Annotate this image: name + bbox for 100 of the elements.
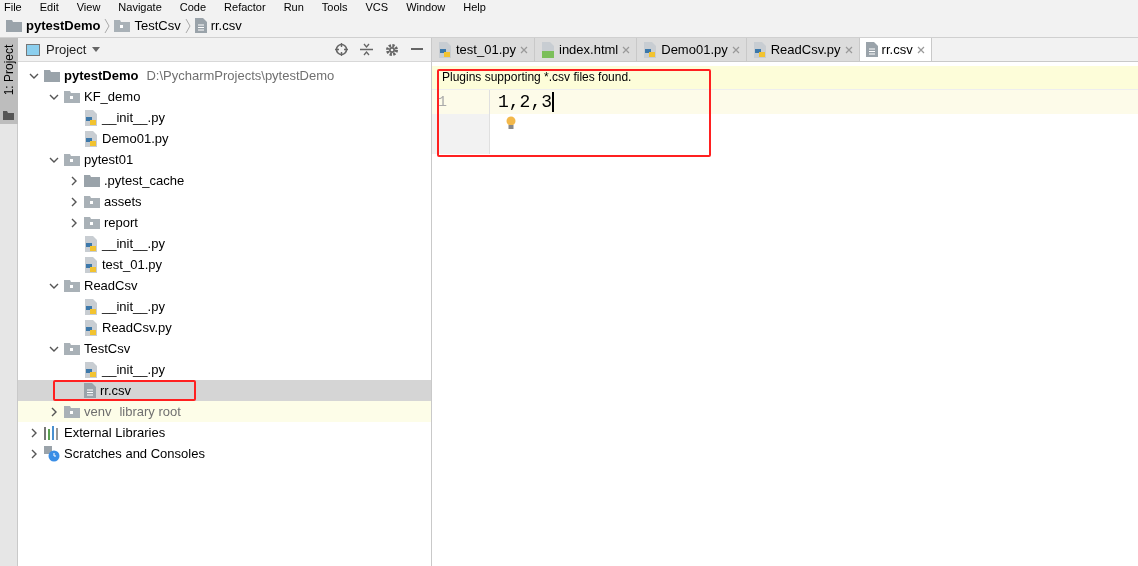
python-file-icon <box>84 256 98 273</box>
tree-item[interactable]: test_01.py <box>18 254 431 275</box>
tree-item[interactable]: TestCsv <box>18 338 431 359</box>
view-selector[interactable]: Project <box>46 42 101 57</box>
item-label: Demo01.py <box>102 131 169 146</box>
notification-banner: Plugins supporting *.csv files found. <box>432 66 1138 90</box>
tree-item[interactable]: pytest01 <box>18 149 431 170</box>
python-file-icon <box>84 319 98 336</box>
editor-tab[interactable]: index.html <box>535 38 638 61</box>
menu-item[interactable]: View <box>76 0 101 14</box>
package-icon <box>64 153 80 166</box>
breadcrumb[interactable]: TestCsv <box>134 18 181 33</box>
package-icon <box>64 90 80 103</box>
tree-item[interactable]: pytestDemo D:\PycharmProjects\pytestDemo <box>18 65 431 86</box>
tree-item[interactable]: __init__.py <box>18 107 431 128</box>
html-file-icon <box>541 41 555 58</box>
package-icon <box>64 279 80 292</box>
collapse-icon[interactable] <box>360 43 373 56</box>
project-tool-button[interactable]: 1: Project <box>0 38 18 124</box>
editor-tab[interactable]: ReadCsv.py <box>746 38 860 61</box>
python-file-icon <box>84 235 98 252</box>
item-label: test_01.py <box>102 257 162 272</box>
item-label: __init__.py <box>102 236 165 251</box>
item-label: report <box>104 215 138 230</box>
close-icon[interactable] <box>916 45 925 54</box>
breadcrumb[interactable]: rr.csv <box>210 18 242 33</box>
item-label: __init__.py <box>102 110 165 125</box>
code-line: 1,2,3 <box>490 92 554 112</box>
tree-item[interactable]: ReadCsv <box>18 275 431 296</box>
dropdown-caret-icon <box>92 47 101 52</box>
editor-tab[interactable]: Demo01.py <box>637 38 747 61</box>
tree-item[interactable]: Scratches and Consoles <box>18 443 431 464</box>
tree-item[interactable]: venv library root <box>18 401 431 422</box>
package-icon <box>64 342 80 355</box>
minimize-icon[interactable] <box>411 48 423 51</box>
tree-item[interactable]: __init__.py <box>18 233 431 254</box>
item-label: TestCsv <box>84 341 131 356</box>
tree-item[interactable]: .pytest_cache <box>18 170 431 191</box>
scratches-icon <box>44 445 60 462</box>
python-file-icon <box>84 298 98 315</box>
python-file-icon <box>84 361 98 378</box>
window-icon <box>26 43 40 56</box>
tree-item[interactable]: Demo01.py <box>18 128 431 149</box>
python-file-icon <box>84 109 98 126</box>
item-label: KF_demo <box>84 89 141 104</box>
item-label: pytestDemo <box>64 68 139 83</box>
tree-item[interactable]: assets <box>18 191 431 212</box>
tree-item[interactable]: __init__.py <box>18 359 431 380</box>
separator-icon <box>104 17 111 34</box>
text-file-icon <box>84 383 96 398</box>
item-label: Scratches and Consoles <box>64 446 205 461</box>
item-label: assets <box>104 194 142 209</box>
menu-item[interactable]: VCS <box>365 0 389 14</box>
editor-tab[interactable]: test_01.py <box>432 38 535 61</box>
text-file-icon <box>865 42 878 57</box>
folder-icon <box>44 69 60 82</box>
item-path: library root <box>119 404 181 419</box>
libraries-icon <box>44 425 60 440</box>
line-number: 1 <box>437 93 447 111</box>
lightbulb-icon[interactable] <box>506 116 516 130</box>
tree-item[interactable]: rr.csv <box>18 380 431 401</box>
item-label: rr.csv <box>100 383 132 398</box>
text-file-icon <box>194 18 207 33</box>
menu-item[interactable]: Run <box>283 0 304 14</box>
item-label: __init__.py <box>102 299 165 314</box>
menu-item[interactable]: Window <box>406 0 446 14</box>
item-label: ReadCsv <box>84 278 138 293</box>
package-icon <box>84 216 100 229</box>
tree-item[interactable]: External Libraries <box>18 422 431 443</box>
python-file-icon <box>643 41 658 58</box>
menu-item[interactable]: Refactor <box>224 0 266 14</box>
menu-item[interactable]: Navigate <box>118 0 162 14</box>
menu-item[interactable]: File <box>4 0 22 14</box>
menu-item[interactable]: Help <box>463 0 486 14</box>
item-label: pytest01 <box>84 152 134 167</box>
menu-item[interactable]: Tools <box>321 0 348 14</box>
python-file-icon <box>752 41 767 58</box>
package-icon <box>64 405 80 418</box>
item-path: D:\PycharmProjects\pytestDemo <box>146 68 335 83</box>
python-file-icon <box>438 41 452 58</box>
editor-tab[interactable]: rr.csv <box>859 38 932 61</box>
package-icon <box>114 19 131 32</box>
item-label: venv <box>84 404 112 419</box>
tree-item[interactable]: report <box>18 212 431 233</box>
folder-icon <box>84 174 100 187</box>
menu-item[interactable]: Code <box>179 0 207 14</box>
item-label: .pytest_cache <box>104 173 185 188</box>
tree-item[interactable]: ReadCsv.py <box>18 317 431 338</box>
item-label: External Libraries <box>64 425 166 440</box>
python-file-icon <box>84 130 98 147</box>
item-label: ReadCsv.py <box>102 320 172 335</box>
item-label: __init__.py <box>102 362 165 377</box>
settings-icon[interactable] <box>385 42 399 57</box>
tree-item[interactable]: __init__.py <box>18 296 431 317</box>
crosshair-icon[interactable] <box>335 43 348 56</box>
tree-item[interactable]: KF_demo <box>18 86 431 107</box>
breadcrumb[interactable]: pytestDemo <box>26 18 101 33</box>
folder-icon <box>6 19 22 32</box>
menu-item[interactable]: Edit <box>39 0 59 14</box>
folder-icon <box>3 111 14 120</box>
